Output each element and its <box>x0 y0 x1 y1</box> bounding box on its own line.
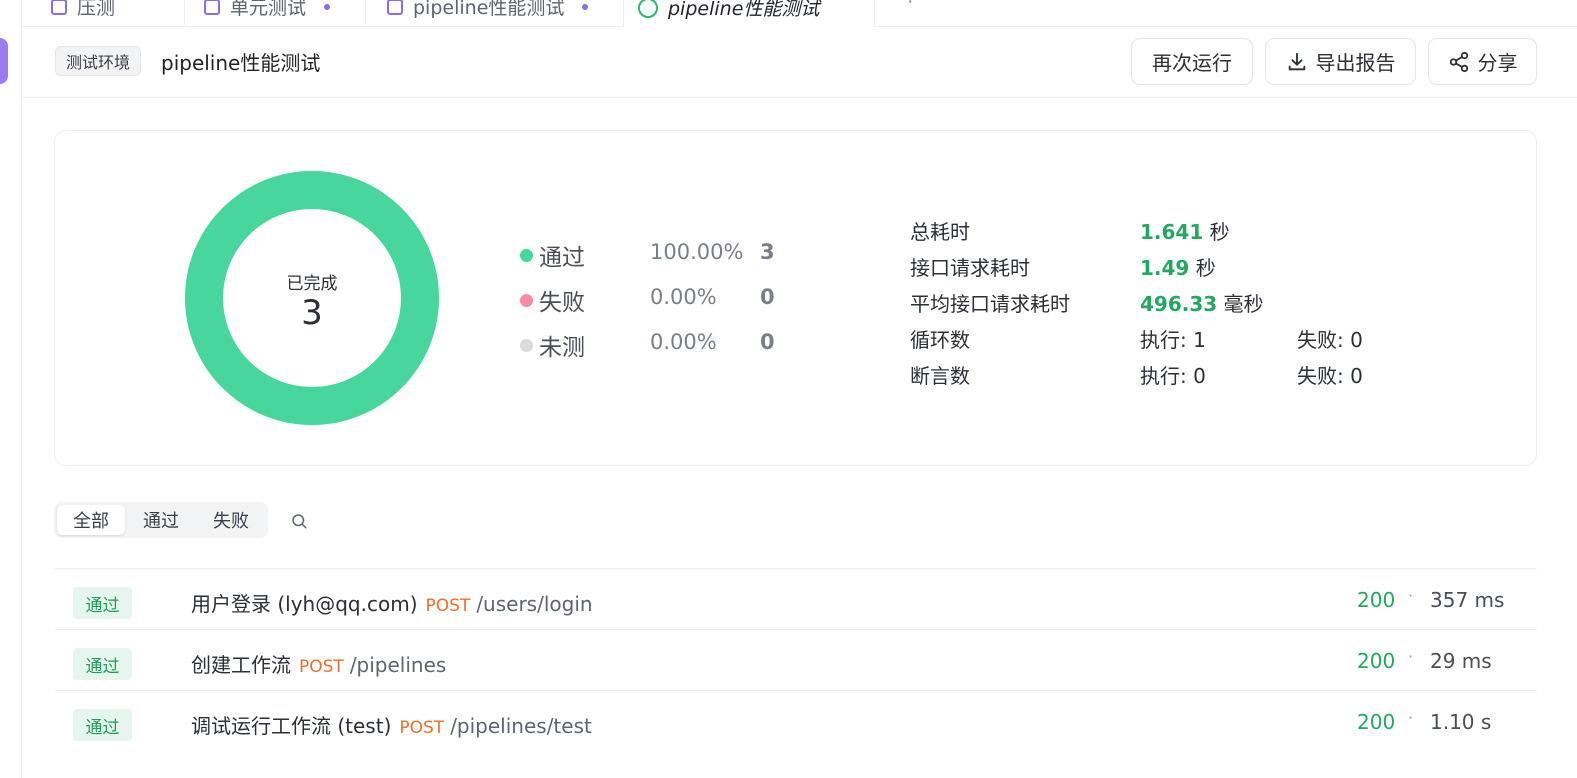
search-icon[interactable] <box>290 512 308 530</box>
avg-request-time-value: 496.33 毫秒 <box>1140 292 1264 316</box>
legend-percent: 100.00% <box>650 240 744 264</box>
tab-pipeline-perf-report[interactable]: pipeline性能测试 <box>623 0 875 27</box>
page-title: pipeline性能测试 <box>161 51 321 75</box>
request-time-value: 1.49 秒 <box>1140 256 1216 280</box>
response-status: 200 <box>1357 710 1396 734</box>
export-label: 导出报告 <box>1315 51 1396 75</box>
request-list: 通过 用户登录 (lyh@qq.com) POST/users/login 200… <box>54 568 1537 751</box>
legend-name: 未测 <box>539 335 585 361</box>
left-sidebar <box>0 0 22 778</box>
file-icon <box>387 0 403 15</box>
avg-request-time-label: 平均接口请求耗时 <box>910 292 1070 316</box>
asserts-exec: 执行: 0 <box>1140 364 1206 388</box>
fail-dot-icon <box>520 294 533 307</box>
legend-count: 0 <box>760 285 775 309</box>
separator-dot: · <box>1408 586 1414 605</box>
status-badge: 通过 <box>73 709 132 741</box>
tab-unit-test[interactable]: 单元测试 <box>204 0 366 25</box>
response-status: 200 <box>1357 649 1396 673</box>
request-name: 用户登录 (lyh@qq.com) <box>191 592 418 616</box>
total-time-value: 1.641 秒 <box>1140 220 1230 244</box>
request-time-label: 接口请求耗时 <box>910 256 1030 280</box>
total-time-label: 总耗时 <box>910 220 970 244</box>
request-name: 创建工作流 <box>191 653 291 677</box>
tab-label: 压测 <box>77 0 116 19</box>
request-path: /users/login <box>476 592 593 616</box>
rerun-label: 再次运行 <box>1152 51 1232 75</box>
response-duration: 1.10 s <box>1430 710 1492 734</box>
separator-dot: · <box>1408 708 1414 727</box>
request-method: POST <box>425 596 471 616</box>
status-badge: 通过 <box>73 587 132 619</box>
legend-fail: 失败 0.00% 0 <box>520 283 820 317</box>
asserts-fail: 失败: 0 <box>1297 364 1363 388</box>
asserts-label: 断言数 <box>910 364 970 388</box>
tab-label: pipeline性能测试 <box>668 0 820 20</box>
filter-fail[interactable]: 失败 <box>197 505 265 535</box>
tab-bar: 压测 单元测试 pipeline性能测试 pipeline性能测试 + <box>21 0 1577 27</box>
request-method: POST <box>299 657 344 677</box>
request-title: 用户登录 (lyh@qq.com) POST/users/login <box>191 588 593 617</box>
untested-dot-icon <box>520 339 533 352</box>
export-report-button[interactable]: 导出报告 <box>1265 38 1416 85</box>
filter-all[interactable]: 全部 <box>57 505 125 535</box>
legend-name: 通过 <box>539 245 585 271</box>
donut-label: 已完成 <box>286 274 338 294</box>
request-path: /pipelines/test <box>450 714 592 738</box>
summary-card: 已完成 3 通过 100.00% 3 失败 0.00% 0 未测 0.00% 0… <box>54 130 1537 466</box>
file-icon <box>204 0 220 15</box>
loops-exec: 执行: 1 <box>1140 328 1206 352</box>
request-name: 调试运行工作流 (test) <box>191 714 392 738</box>
legend-pass: 通过 100.00% 3 <box>520 238 820 272</box>
filter-pass[interactable]: 通过 <box>127 505 195 535</box>
share-button[interactable]: 分享 <box>1428 38 1537 85</box>
status-badge: 通过 <box>73 648 132 680</box>
add-tab-button[interactable]: + <box>901 0 919 9</box>
share-icon <box>1449 51 1468 72</box>
request-path: /pipelines <box>349 653 447 677</box>
loops-fail: 失败: 0 <box>1297 328 1363 352</box>
separator-dot: · <box>1408 647 1414 666</box>
donut-count: 3 <box>301 293 323 333</box>
response-status: 200 <box>1357 588 1396 612</box>
report-header: 测试环境 pipeline性能测试 再次运行 导出报告 分享 <box>21 26 1577 98</box>
tab-label: 单元测试 <box>230 0 307 19</box>
file-icon <box>51 0 67 15</box>
request-row[interactable]: 通过 调试运行工作流 (test) POST/pipelines/test 200… <box>54 690 1537 751</box>
tab-label: pipeline性能测试 <box>413 0 565 19</box>
rerun-button[interactable]: 再次运行 <box>1131 38 1253 85</box>
result-filter-group: 全部 通过 失败 <box>54 502 268 538</box>
download-icon <box>1288 52 1305 70</box>
legend-percent: 0.00% <box>650 330 717 354</box>
legend-count: 3 <box>760 240 775 264</box>
pass-dot-icon <box>520 249 533 262</box>
request-title: 调试运行工作流 (test) POST/pipelines/test <box>191 710 592 739</box>
request-row[interactable]: 通过 用户登录 (lyh@qq.com) POST/users/login 200… <box>54 568 1537 629</box>
check-circle-icon <box>638 0 658 18</box>
sidebar-active-indicator[interactable] <box>0 38 8 84</box>
environment-badge[interactable]: 测试环境 <box>55 46 142 76</box>
legend-percent: 0.00% <box>650 285 717 309</box>
tab-stress-test[interactable]: 压测 <box>51 0 185 25</box>
legend-untested: 未测 0.00% 0 <box>520 328 820 362</box>
unsaved-dot-icon <box>582 3 589 10</box>
request-title: 创建工作流 POST/pipelines <box>191 649 446 678</box>
legend-name: 失败 <box>539 290 585 316</box>
unsaved-dot-icon <box>324 3 331 10</box>
request-method: POST <box>399 718 445 738</box>
response-duration: 357 ms <box>1430 588 1505 612</box>
loops-label: 循环数 <box>910 328 970 352</box>
legend-count: 0 <box>760 330 775 354</box>
tab-pipeline-perf[interactable]: pipeline性能测试 <box>387 0 623 25</box>
share-label: 分享 <box>1477 51 1518 75</box>
request-row[interactable]: 通过 创建工作流 POST/pipelines 200 · 29 ms <box>54 629 1537 690</box>
response-duration: 29 ms <box>1430 649 1492 673</box>
